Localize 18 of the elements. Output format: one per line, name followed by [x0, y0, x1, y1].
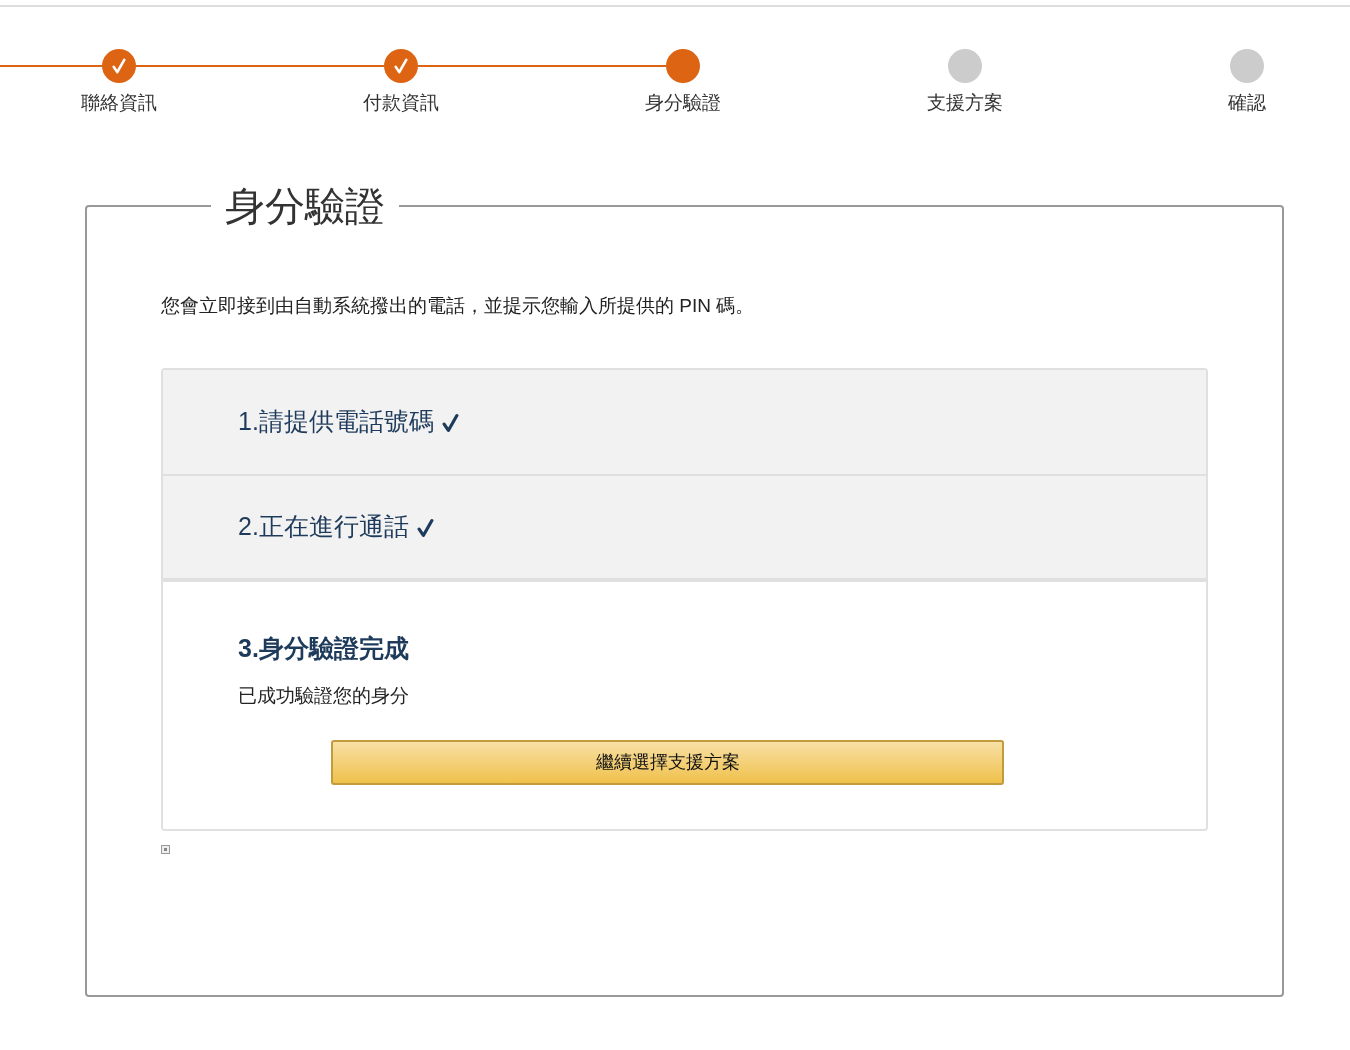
check-icon — [112, 58, 126, 74]
section-heading: 3.身分驗證完成 — [238, 633, 409, 664]
step-label: 確認 — [1227, 91, 1267, 115]
step-label: 支援方案 — [926, 91, 1004, 115]
section-heading: 1.請提供電話號碼 — [238, 406, 434, 438]
intro-text: 您會立即接到由自動系統撥出的電話，並提示您輸入所提供的 PIN 碼。 — [161, 293, 756, 318]
accordion-section[interactable]: 3.身分驗證完成 已成功驗證您的身分 繼續選擇支援方案 — [163, 578, 1206, 829]
step-label: 付款資訊 — [362, 91, 440, 115]
section-heading: 2.正在進行通話 — [238, 511, 409, 543]
step-label: 聯絡資訊 — [80, 91, 158, 115]
accordion-section[interactable]: 1.請提供電話號碼 — [163, 370, 1206, 474]
step-label: 身分驗證 — [644, 91, 722, 115]
check-icon — [394, 58, 408, 74]
broken-image-icon — [161, 845, 170, 854]
section-title: 身分驗證 — [224, 182, 386, 230]
accordion-section[interactable]: 2.正在進行通話 — [163, 474, 1206, 578]
continue-button[interactable]: 繼續選擇支援方案 — [331, 740, 1004, 785]
success-message: 已成功驗證您的身分 — [238, 683, 410, 708]
